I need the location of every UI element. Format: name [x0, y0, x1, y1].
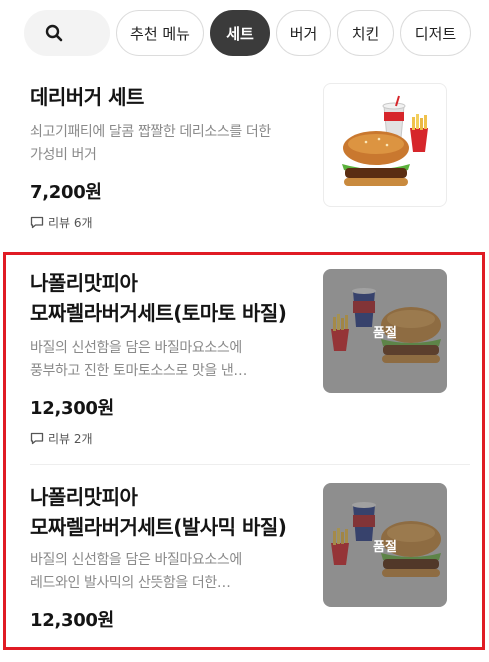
- product-name-line: 모짜렐라버거세트(토마토 바질): [30, 301, 287, 325]
- product-description: 쇠고기패티에 달콤 짭짤한 데리소스를 더한 가성비 버거: [30, 121, 310, 167]
- product-description: 바질의 신선함을 담은 바질마요소스에 레드와인 발사믹의 산뜻함을 더한…: [30, 549, 310, 595]
- category-chip-chicken[interactable]: 치킨: [337, 10, 394, 56]
- product-card[interactable]: 나폴리맛피아 모짜렐라버거세트(토마토 바질) 바질의 신선함을 담은 바질마요…: [0, 264, 489, 460]
- search-icon: [45, 24, 63, 42]
- product-name-line: 나폴리맛피아: [30, 271, 138, 295]
- product-image[interactable]: 품절: [323, 483, 447, 607]
- description-line: 바질의 신선함을 담은 바질마요소스에: [30, 340, 242, 356]
- description-line: 레드와인 발사믹의 산뜻함을 더한…: [30, 575, 231, 591]
- sold-out-badge: 품절: [373, 325, 397, 341]
- description-line: 풍부하고 진한 토마토소스로 맛을 낸…: [30, 363, 248, 379]
- description-line: 쇠고기패티에 달콤 짭짤한 데리소스를 더한: [30, 124, 271, 140]
- menu-page: 추천 메뉴 세트 버거 치킨 디저트 데리버거 세트 쇠고기패티에 달콤 짭짤한…: [0, 0, 489, 662]
- description-line: 가성비 버거: [30, 147, 97, 163]
- product-image[interactable]: [323, 83, 447, 207]
- divider: [30, 464, 470, 465]
- comment-icon: [30, 432, 44, 445]
- product-image[interactable]: 품절: [323, 269, 447, 393]
- description-line: 바질의 신선함을 담은 바질마요소스에: [30, 552, 242, 568]
- category-chip-recommended[interactable]: 추천 메뉴: [116, 10, 204, 56]
- burger-set-image: [342, 95, 428, 186]
- sold-out-badge: 품절: [373, 539, 397, 555]
- review-count[interactable]: 리뷰 6개: [30, 214, 93, 231]
- product-card[interactable]: 나폴리맛피아 모짜렐라버거세트(발사믹 바질) 바질의 신선함을 담은 바질마요…: [0, 480, 489, 650]
- product-name-line: 모짜렐라버거세트(발사믹 바질): [30, 515, 287, 539]
- category-bar: 추천 메뉴 세트 버거 치킨 디저트: [0, 0, 489, 66]
- product-name: 나폴리맛피아 모짜렐라버거세트(발사믹 바질): [30, 482, 310, 542]
- product-card[interactable]: 데리버거 세트 쇠고기패티에 달콤 짭짤한 데리소스를 더한 가성비 버거 7,…: [0, 80, 489, 240]
- product-price: 12,300원: [30, 610, 114, 631]
- search-button[interactable]: [24, 10, 110, 56]
- comment-icon: [30, 216, 44, 229]
- review-count-label: 리뷰 2개: [48, 432, 93, 446]
- category-chip-set[interactable]: 세트: [210, 10, 270, 56]
- product-description: 바질의 신선함을 담은 바질마요소스에 풍부하고 진한 토마토소스로 맛을 낸…: [30, 337, 310, 383]
- product-name: 데리버거 세트: [30, 85, 144, 109]
- sold-out-overlay: 품절: [323, 269, 447, 393]
- product-price: 7,200원: [30, 182, 102, 203]
- review-count[interactable]: 리뷰 2개: [30, 430, 93, 447]
- product-name-line: 나폴리맛피아: [30, 485, 138, 509]
- category-chip-dessert[interactable]: 디저트: [400, 10, 471, 56]
- review-count-label: 리뷰 6개: [48, 216, 93, 230]
- category-chip-burger[interactable]: 버거: [276, 10, 331, 56]
- product-price: 12,300원: [30, 398, 114, 419]
- sold-out-overlay: 품절: [323, 483, 447, 607]
- product-name: 나폴리맛피아 모짜렐라버거세트(토마토 바질): [30, 268, 310, 328]
